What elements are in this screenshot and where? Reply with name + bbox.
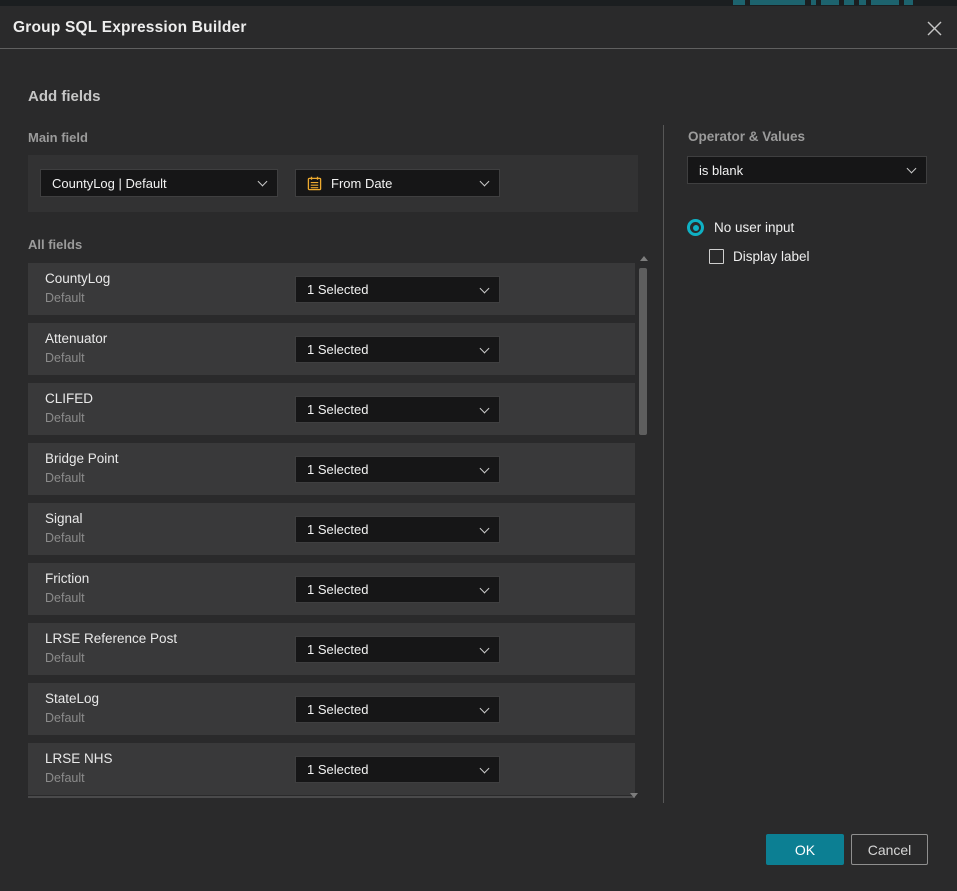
close-icon (926, 20, 943, 37)
field-name: CLIFED (45, 391, 93, 406)
field-selection-value: 1 Selected (307, 282, 473, 297)
field-row: Signal Default 1 Selected (28, 503, 635, 555)
main-field-layer-value: CountyLog | Default (52, 176, 251, 191)
field-selection-value: 1 Selected (307, 462, 473, 477)
field-selection-dropdown[interactable]: 1 Selected (295, 396, 500, 423)
chevron-down-icon (480, 283, 490, 293)
checkbox-icon[interactable] (709, 249, 724, 264)
clipped-toolbar-fragment (859, 0, 866, 5)
field-selection-value: 1 Selected (307, 402, 473, 417)
field-selection-value: 1 Selected (307, 522, 473, 537)
close-button[interactable] (923, 17, 945, 39)
clipped-toolbar-fragment (904, 0, 913, 5)
field-row: LRSE NHS Default 1 Selected (28, 743, 635, 795)
partial-next-row (28, 796, 635, 798)
calendar-icon (307, 176, 322, 191)
field-sublabel: Default (45, 651, 85, 665)
chevron-down-icon (258, 177, 268, 187)
main-field-field-value: From Date (331, 176, 473, 191)
scrollbar-up-arrow-icon[interactable] (640, 256, 648, 261)
chevron-down-icon (480, 343, 490, 353)
chevron-down-icon (480, 403, 490, 413)
field-name: StateLog (45, 691, 99, 706)
all-fields-heading: All fields (28, 237, 82, 252)
field-selection-dropdown[interactable]: 1 Selected (295, 456, 500, 483)
chevron-down-icon (480, 643, 490, 653)
chevron-down-icon (480, 523, 490, 533)
chevron-down-icon (480, 463, 490, 473)
operator-values-heading: Operator & Values (688, 129, 805, 144)
field-sublabel: Default (45, 471, 85, 485)
field-sublabel: Default (45, 411, 85, 425)
field-name: Bridge Point (45, 451, 119, 466)
chevron-down-icon (480, 583, 490, 593)
chevron-down-icon (480, 177, 490, 187)
field-name: LRSE Reference Post (45, 631, 177, 646)
no-user-input-option[interactable]: No user input (687, 219, 794, 236)
field-sublabel: Default (45, 291, 85, 305)
field-selection-value: 1 Selected (307, 642, 473, 657)
display-label-option[interactable]: Display label (709, 249, 810, 264)
field-selection-value: 1 Selected (307, 342, 473, 357)
field-selection-dropdown[interactable]: 1 Selected (295, 276, 500, 303)
chevron-down-icon (907, 164, 917, 174)
display-label-label: Display label (733, 249, 810, 264)
field-name: CountyLog (45, 271, 110, 286)
main-field-layer-dropdown[interactable]: CountyLog | Default (40, 169, 278, 197)
all-fields-list: CountyLog Default 1 Selected Attenuator … (28, 263, 635, 803)
field-name: Signal (45, 511, 83, 526)
radio-button-icon[interactable] (687, 219, 704, 236)
field-row: Bridge Point Default 1 Selected (28, 443, 635, 495)
field-sublabel: Default (45, 351, 85, 365)
field-selection-value: 1 Selected (307, 582, 473, 597)
clipped-toolbar-fragment (844, 0, 854, 5)
field-row: LRSE Reference Post Default 1 Selected (28, 623, 635, 675)
scrollbar-thumb[interactable] (639, 268, 647, 435)
main-field-heading: Main field (28, 130, 88, 145)
field-row: StateLog Default 1 Selected (28, 683, 635, 735)
field-name: LRSE NHS (45, 751, 113, 766)
clipped-toolbar-fragment (811, 0, 816, 5)
dialog-title: Group SQL Expression Builder (13, 6, 247, 49)
operator-value: is blank (699, 163, 900, 178)
main-field-field-dropdown[interactable]: From Date (295, 169, 500, 197)
group-sql-expression-builder-dialog: Group SQL Expression Builder Add fields … (0, 6, 957, 891)
field-sublabel: Default (45, 531, 85, 545)
clipped-toolbar-fragment (733, 0, 745, 5)
field-selection-dropdown[interactable]: 1 Selected (295, 756, 500, 783)
cancel-button[interactable]: Cancel (851, 834, 928, 865)
field-row: Attenuator Default 1 Selected (28, 323, 635, 375)
clipped-toolbar-fragment (821, 0, 839, 5)
field-name: Friction (45, 571, 89, 586)
panel-divider (663, 125, 664, 803)
field-row: CLIFED Default 1 Selected (28, 383, 635, 435)
field-selection-dropdown[interactable]: 1 Selected (295, 516, 500, 543)
chevron-down-icon (480, 703, 490, 713)
clipped-toolbar-fragment (750, 0, 805, 5)
no-user-input-label: No user input (714, 220, 794, 235)
field-sublabel: Default (45, 771, 85, 785)
field-selection-dropdown[interactable]: 1 Selected (295, 696, 500, 723)
ok-button[interactable]: OK (766, 834, 844, 865)
field-selection-dropdown[interactable]: 1 Selected (295, 336, 500, 363)
field-selection-value: 1 Selected (307, 762, 473, 777)
add-fields-heading: Add fields (28, 88, 101, 105)
field-selection-dropdown[interactable]: 1 Selected (295, 576, 500, 603)
field-sublabel: Default (45, 591, 85, 605)
field-selection-value: 1 Selected (307, 702, 473, 717)
field-row: Friction Default 1 Selected (28, 563, 635, 615)
clipped-toolbar-fragment (871, 0, 899, 5)
chevron-down-icon (480, 763, 490, 773)
dialog-title-bar: Group SQL Expression Builder (0, 6, 957, 49)
operator-dropdown[interactable]: is blank (687, 156, 927, 184)
field-sublabel: Default (45, 711, 85, 725)
scrollbar-down-arrow-icon[interactable] (630, 793, 638, 798)
field-selection-dropdown[interactable]: 1 Selected (295, 636, 500, 663)
field-name: Attenuator (45, 331, 107, 346)
field-row: CountyLog Default 1 Selected (28, 263, 635, 315)
